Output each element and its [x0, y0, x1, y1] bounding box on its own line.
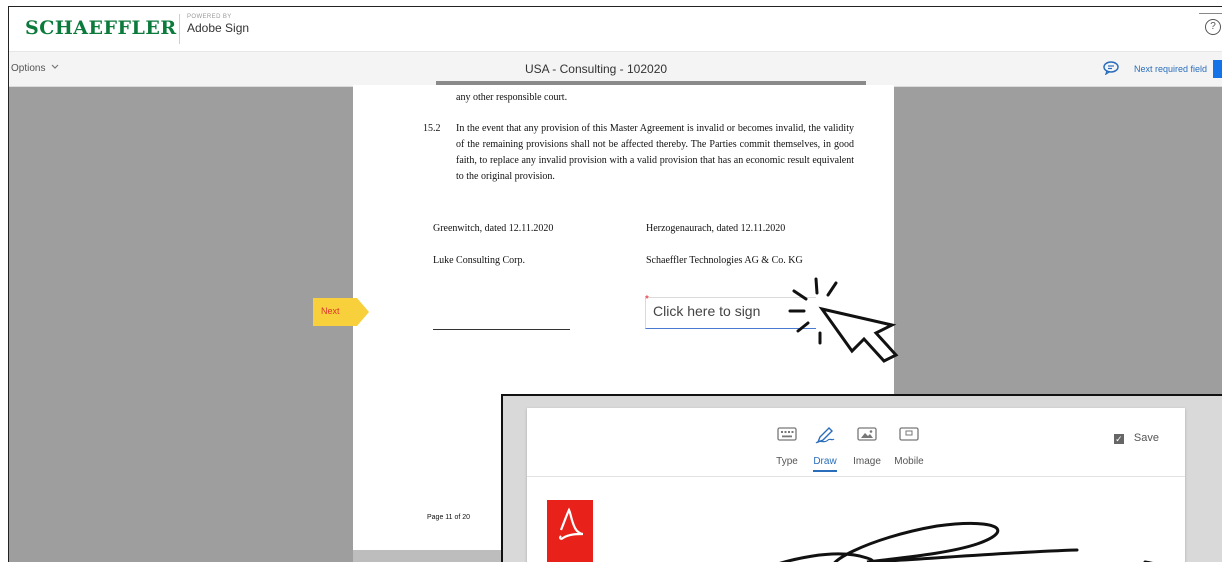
clause-15-2-text: In the event that any provision of this … [456, 123, 854, 182]
signature-modal-backdrop: Type Draw Image Mobile ✓ Save [501, 394, 1222, 562]
clause-number: 15.2 [423, 123, 441, 134]
document-title: USA - Consulting - 102020 [524, 62, 668, 76]
clause-14-tail: any other responsible court. [456, 92, 568, 103]
save-checkbox-icon[interactable]: ✓ [1113, 434, 1124, 444]
drawn-signature-stroke [779, 521, 1154, 562]
right-place-date: Herzogenaurach, dated 12.11.2020 [646, 223, 786, 234]
help-divider [1199, 13, 1222, 14]
left-signature-line [433, 329, 570, 330]
pdf-icon [547, 500, 593, 562]
left-party-name: Luke Consulting Corp. [433, 255, 525, 266]
right-party-name: Schaeffler Technologies AG & Co. KG [646, 255, 803, 266]
mobile-icon [899, 427, 919, 441]
product-name: Adobe Sign [187, 21, 250, 35]
help-icon[interactable]: ? [1205, 19, 1221, 35]
page-number: Page 11 of 20 [427, 514, 471, 521]
required-marker: * [645, 294, 649, 305]
powered-by-label: POWERED BY [187, 14, 232, 20]
image-icon [857, 427, 877, 441]
save-signature-toggle[interactable]: ✓ Save [1113, 432, 1159, 444]
active-tab-indicator [813, 470, 837, 472]
tab-type-label: Type [776, 456, 798, 467]
tab-image-label: Image [853, 456, 881, 467]
save-label: Save [1133, 432, 1159, 444]
tab-image[interactable]: Image [853, 426, 881, 467]
keyboard-icon [777, 427, 797, 441]
powered-by-block: POWERED BY Adobe Sign [179, 14, 249, 44]
tab-mobile-label: Mobile [894, 456, 924, 467]
left-place-date: Greenwitch, dated 12.11.2020 [433, 223, 554, 234]
pen-icon [815, 427, 835, 444]
schaeffler-logo: SCHAEFFLER [25, 17, 177, 39]
click-cursor-icon [788, 277, 899, 363]
next-tag-label: Next [321, 306, 340, 316]
modal-divider [527, 476, 1185, 477]
tab-type[interactable]: Type [776, 426, 798, 467]
brand-bar: SCHAEFFLER POWERED BY Adobe Sign ? [9, 7, 1222, 51]
comment-icon[interactable] [1103, 61, 1119, 80]
click-to-sign-label: Click here to sign [653, 303, 761, 319]
next-tag-button[interactable]: Next [313, 298, 369, 326]
tab-draw-label: Draw [813, 456, 837, 467]
signature-modal: Type Draw Image Mobile ✓ Save [527, 408, 1185, 562]
app-frame: SCHAEFFLER POWERED BY Adobe Sign ? Optio… [8, 6, 1222, 562]
tab-draw[interactable]: Draw [813, 426, 837, 467]
next-required-field-link[interactable]: Next required field [1134, 64, 1207, 74]
next-required-field-button[interactable] [1213, 60, 1222, 78]
clipped-text-line [436, 81, 866, 87]
tab-mobile[interactable]: Mobile [894, 426, 924, 467]
